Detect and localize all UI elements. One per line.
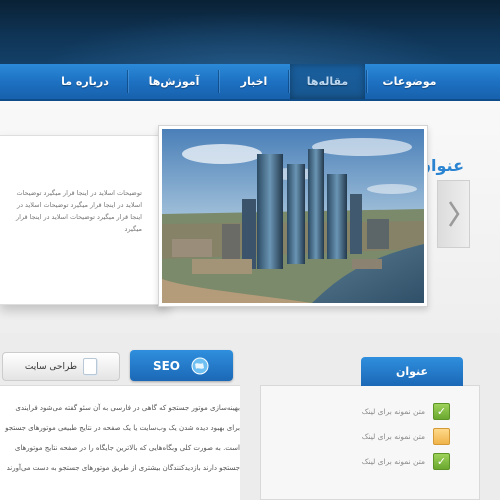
nav-item-about[interactable]: درباره ما xyxy=(46,64,124,99)
content-text: بهینه‌سازی موتور جستجو که گاهی در فارسی … xyxy=(5,404,240,472)
nav-item-news[interactable]: اخبار xyxy=(222,64,286,99)
nav-item-articles[interactable]: مقاله‌ها xyxy=(290,64,365,99)
folder-icon xyxy=(433,427,450,445)
sidebar-link-label: متن نمونه برای لینک xyxy=(361,456,425,466)
sidebar-link[interactable]: متن نمونه برای لینک xyxy=(300,427,450,445)
globe-icon xyxy=(191,357,209,374)
slider-next-button[interactable] xyxy=(437,180,470,248)
tab-web-design-label: طراحی سایت xyxy=(24,361,78,372)
chevron-right-icon xyxy=(448,201,460,227)
slide-image[interactable] xyxy=(158,125,428,307)
nav-item-topics[interactable]: موضوعات xyxy=(372,64,447,99)
nav-separator xyxy=(366,70,367,93)
nav-separator xyxy=(218,70,219,93)
nav-item-tutorials[interactable]: آموزش‌ها xyxy=(132,64,216,99)
document-icon xyxy=(83,358,98,375)
sidebar-link[interactable]: متن نمونه برای لینک ✓ xyxy=(300,452,450,470)
city-skyline-image xyxy=(162,129,424,303)
tab-web-design[interactable]: طراحی سایت xyxy=(2,352,120,381)
nav-separator xyxy=(288,70,289,93)
check-icon: ✓ xyxy=(433,402,450,420)
main-nav: موضوعات مقاله‌ها اخبار آموزش‌ها درباره م… xyxy=(0,64,500,101)
check-icon: ✓ xyxy=(433,452,450,470)
nav-separator xyxy=(127,70,128,93)
sidebar-box-title: عنوان xyxy=(361,357,463,386)
tab-seo[interactable]: SEO xyxy=(130,350,233,381)
sidebar-link-label: متن نمونه برای لینک xyxy=(361,406,425,416)
sidebar-link[interactable]: متن نمونه برای لینک ✓ xyxy=(300,402,450,420)
sidebar-link-label: متن نمونه برای لینک xyxy=(361,431,425,441)
tab-seo-label: SEO xyxy=(152,358,181,373)
top-header xyxy=(0,0,500,64)
slide-description: توضیحات اسلاید در اینجا قرار میگیرد توضی… xyxy=(15,189,142,233)
